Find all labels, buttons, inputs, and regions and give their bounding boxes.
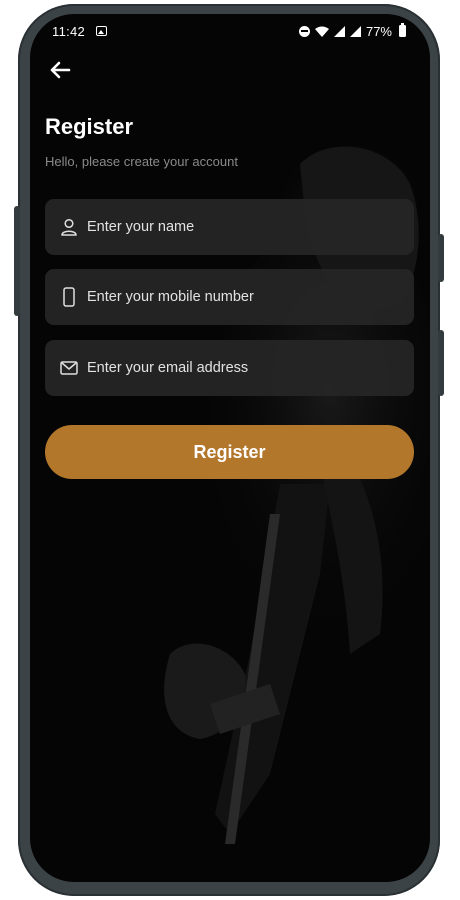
name-field[interactable] <box>45 199 414 255</box>
status-bar: 11:42 77% <box>30 14 430 48</box>
phone-side-button <box>438 234 444 282</box>
mobile-field[interactable] <box>45 269 414 325</box>
arrow-left-icon <box>50 61 71 79</box>
phone-side-button <box>438 330 444 396</box>
name-input[interactable] <box>87 199 414 255</box>
battery-icon <box>399 23 406 37</box>
image-icon <box>96 26 107 36</box>
battery-percent: 77% <box>365 23 392 39</box>
register-button[interactable]: Register <box>45 425 414 479</box>
dnd-icon <box>298 25 310 37</box>
phone-icon <box>59 287 79 307</box>
page-title: Register <box>45 114 134 139</box>
page-subtitle: Hello, please create your account <box>45 154 238 169</box>
phone-side-button <box>14 206 20 316</box>
app-screen: 11:42 77% Register Hello, please create … <box>30 14 430 882</box>
status-icons: 77% <box>298 23 406 39</box>
email-input[interactable] <box>87 340 414 396</box>
signal-icon <box>349 25 361 37</box>
status-time: 11:42 <box>52 24 86 39</box>
mobile-input[interactable] <box>87 269 414 325</box>
wifi-icon <box>314 26 329 37</box>
mail-icon <box>59 358 79 378</box>
user-icon <box>59 217 79 237</box>
signal-icon <box>333 25 345 37</box>
email-field[interactable] <box>45 340 414 396</box>
back-button[interactable] <box>44 54 76 86</box>
